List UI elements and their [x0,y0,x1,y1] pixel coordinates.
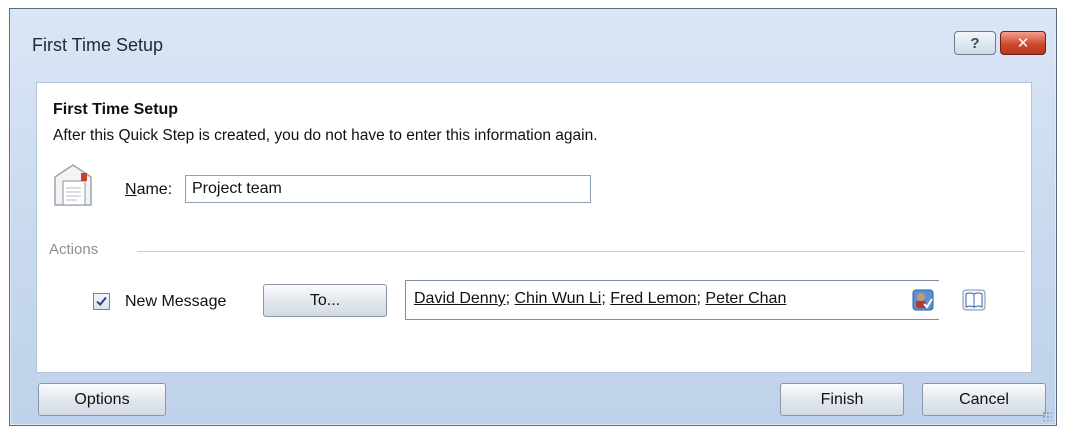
name-label-text: ame: [136,181,173,198]
panel-description: After this Quick Step is created, you do… [53,127,598,144]
actions-section-label: Actions [49,241,99,258]
address-book-icon[interactable] [961,287,987,313]
panel-heading: First Time Setup [53,101,179,118]
recipients-field[interactable]: David Denny; Chin Wun Li; Fred Lemon; Pe… [405,280,939,320]
actions-divider [137,251,1025,252]
resize-grip[interactable] [1042,411,1052,421]
name-label: Name: [125,181,172,199]
recipient[interactable]: David Denny [414,290,506,307]
first-time-setup-dialog: First Time Setup ? ✕ First Time Setup Af… [9,8,1057,426]
quick-step-mail-icon [54,164,92,206]
new-message-label: New Message [125,293,227,310]
to-button[interactable]: To... [263,284,387,317]
new-message-checkbox[interactable] [93,293,110,310]
recipient[interactable]: Peter Chan [705,290,786,307]
finish-button[interactable]: Finish [780,383,904,416]
check-names-icon[interactable] [911,288,935,312]
title-bar: First Time Setup ? ✕ [10,9,1056,67]
cancel-button[interactable]: Cancel [922,383,1046,416]
recipient[interactable]: Chin Wun Li [515,290,602,307]
name-label-accelerator: N [125,181,137,198]
setup-panel: First Time Setup After this Quick Step i… [36,82,1032,373]
close-button[interactable]: ✕ [1000,31,1046,55]
help-button[interactable]: ? [954,31,996,55]
window-title: First Time Setup [32,35,164,55]
recipient[interactable]: Fred Lemon [610,290,696,307]
name-input[interactable]: Project team [185,175,591,203]
options-button[interactable]: Options [38,383,166,416]
